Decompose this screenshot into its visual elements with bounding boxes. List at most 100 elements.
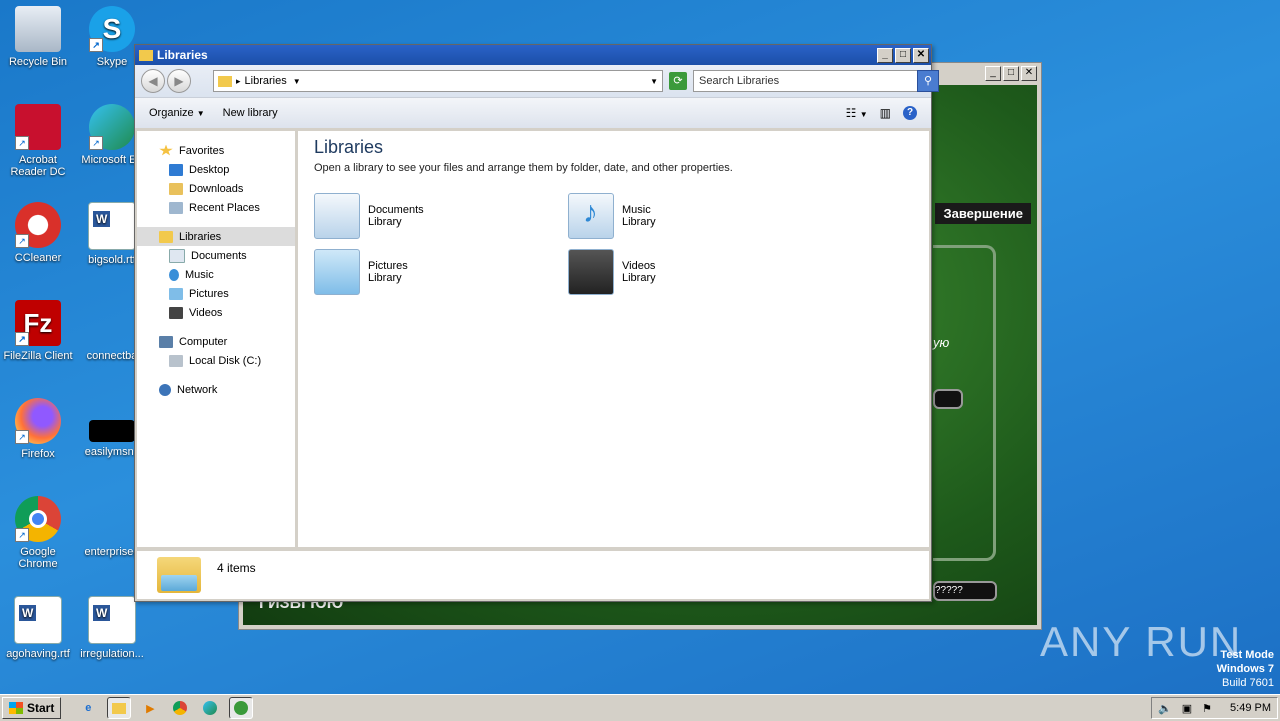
minimize-button[interactable]: _: [985, 66, 1001, 81]
navigation-pane: Favorites Desktop Downloads Recent Place…: [137, 131, 298, 547]
address-bar[interactable]: ▸ Libraries ▼ ▼: [213, 70, 663, 92]
libraries-folder-icon: [157, 557, 201, 593]
edge-icon: ↗: [89, 104, 135, 150]
start-button[interactable]: Start: [2, 697, 62, 719]
desktop-icon-acrobat[interactable]: ↗ Acrobat Reader DC: [0, 104, 76, 178]
chevron-right-icon[interactable]: ▸: [236, 76, 241, 87]
page-title: Libraries: [314, 137, 384, 157]
recent-places-icon: [169, 201, 183, 214]
app-taskbar-icon[interactable]: [229, 697, 254, 719]
finish-button[interactable]: Завершение: [935, 203, 1031, 224]
chrome-icon: ↗: [15, 496, 61, 542]
libraries-icon: [159, 230, 173, 243]
computer-icon: [159, 335, 173, 348]
minimize-button[interactable]: _: [877, 47, 893, 63]
help-icon[interactable]: ?: [903, 106, 917, 120]
nav-libraries[interactable]: Libraries: [137, 227, 295, 246]
recycle-bin-icon: [15, 6, 61, 52]
address-row: ◀ ▶ ▸ Libraries ▼ ▼ ⟳ Search Libraries ⚲: [135, 65, 939, 97]
explorer-taskbar-icon[interactable]: [107, 697, 132, 719]
videos-icon: [169, 306, 183, 319]
flag-icon[interactable]: ⚑: [1202, 702, 1212, 715]
filezilla-icon: Fz ↗: [15, 300, 61, 346]
search-input[interactable]: Search Libraries ⚲: [693, 70, 939, 92]
blank-file-icon: [89, 496, 135, 542]
close-button[interactable]: ✕: [1021, 66, 1037, 81]
acrobat-icon: ↗: [15, 104, 61, 150]
system-tray: 🔈 ▣ ⚑ 5:49 PM: [1151, 697, 1278, 719]
explorer-titlebar[interactable]: Libraries _ □ ✕: [135, 45, 931, 65]
nav-favorites[interactable]: Favorites: [137, 141, 295, 160]
search-icon[interactable]: ⚲: [917, 70, 939, 92]
nav-network[interactable]: Network: [137, 380, 295, 399]
nav-downloads[interactable]: Downloads: [137, 179, 295, 198]
desktop-icon-filezilla[interactable]: Fz ↗ FileZilla Client: [0, 300, 76, 362]
nav-music[interactable]: Music: [137, 265, 295, 284]
nav-recent-places[interactable]: Recent Places: [137, 198, 295, 217]
explorer-window[interactable]: Libraries _ □ ✕ ◀ ▶ ▸ Libraries ▼ ▼ ⟳ Se…: [134, 44, 939, 602]
nav-videos[interactable]: Videos: [137, 303, 295, 322]
nav-local-disk[interactable]: Local Disk (C:): [137, 351, 295, 370]
refresh-button[interactable]: ⟳: [669, 72, 687, 90]
downloads-icon: [169, 182, 183, 195]
libraries-icon: [218, 75, 232, 87]
input-pill[interactable]: [933, 389, 963, 409]
library-videos[interactable]: Videos Library: [568, 249, 656, 295]
ccleaner-icon: ↗: [15, 202, 61, 248]
page-subtitle: Open a library to see your files and arr…: [314, 162, 733, 174]
taskbar: Start e ▶ 🔈 ▣ ⚑ 5:49 PM: [0, 694, 1280, 721]
firefox-icon: ↗: [15, 398, 61, 444]
nav-pictures[interactable]: Pictures: [137, 284, 295, 303]
new-library-button[interactable]: New library: [223, 107, 278, 119]
clock[interactable]: 5:49 PM: [1230, 702, 1271, 714]
item-count: 4 items: [217, 561, 256, 575]
network-tray-icon[interactable]: ▣: [1182, 702, 1192, 715]
forward-button[interactable]: ▶: [167, 69, 191, 93]
volume-icon[interactable]: 🔈: [1158, 702, 1172, 715]
chevron-down-icon[interactable]: ▼: [293, 77, 301, 86]
word-doc-icon: W: [88, 596, 136, 644]
library-music[interactable]: ♪ Music Library: [568, 193, 656, 239]
password-pill[interactable]: ?????: [933, 581, 997, 601]
documents-icon: [169, 248, 185, 263]
desktop-icon-agohaving[interactable]: W agohaving.rtf: [0, 596, 76, 660]
library-documents[interactable]: Documents Library: [314, 193, 424, 239]
windows-logo-icon: [9, 702, 23, 714]
edge-taskbar-icon[interactable]: [199, 698, 221, 718]
chrome-taskbar-icon[interactable]: [169, 698, 191, 718]
organize-button[interactable]: Organize ▼: [149, 107, 205, 119]
star-icon: [159, 144, 173, 156]
media-player-icon[interactable]: ▶: [139, 698, 161, 718]
back-button[interactable]: ◀: [141, 69, 165, 93]
word-doc-icon: W: [88, 202, 136, 250]
address-text[interactable]: Libraries: [245, 75, 287, 87]
blank-file-icon: [89, 300, 135, 346]
desktop-icon-ccleaner[interactable]: ↗ CCleaner: [0, 202, 76, 264]
maximize-button[interactable]: □: [1003, 66, 1019, 81]
desktop-icon-chrome[interactable]: ↗ Google Chrome: [0, 496, 76, 570]
desktop-icon: [169, 163, 183, 176]
videos-library-icon: [568, 249, 614, 295]
nav-computer[interactable]: Computer: [137, 332, 295, 351]
documents-library-icon: [314, 193, 360, 239]
library-pictures[interactable]: Pictures Library: [314, 249, 408, 295]
network-icon: [159, 383, 171, 396]
status-bar: 4 items: [137, 548, 929, 599]
music-icon: [169, 268, 179, 281]
command-bar: Organize ▼ New library ☷ ▼ ▥ ?: [135, 97, 931, 128]
desktop-icon-irregulation[interactable]: W irregulation...: [74, 596, 150, 660]
nav-desktop[interactable]: Desktop: [137, 160, 295, 179]
ie-icon[interactable]: e: [77, 698, 99, 718]
desktop-icon-recycle-bin[interactable]: Recycle Bin: [0, 6, 76, 68]
preview-pane-icon[interactable]: ▥: [880, 106, 891, 120]
nav-documents[interactable]: Documents: [137, 246, 295, 265]
pictures-icon: [169, 287, 183, 300]
view-options-icon[interactable]: ☷ ▼: [846, 106, 868, 120]
maximize-button[interactable]: □: [895, 47, 911, 63]
window-title: Libraries: [157, 48, 208, 62]
watermark: ANY RUN: [1040, 618, 1243, 665]
close-button[interactable]: ✕: [913, 47, 929, 63]
folder-icon: [139, 49, 153, 61]
address-dropdown-icon[interactable]: ▼: [650, 77, 658, 86]
desktop-icon-firefox[interactable]: ↗ Firefox: [0, 398, 76, 460]
